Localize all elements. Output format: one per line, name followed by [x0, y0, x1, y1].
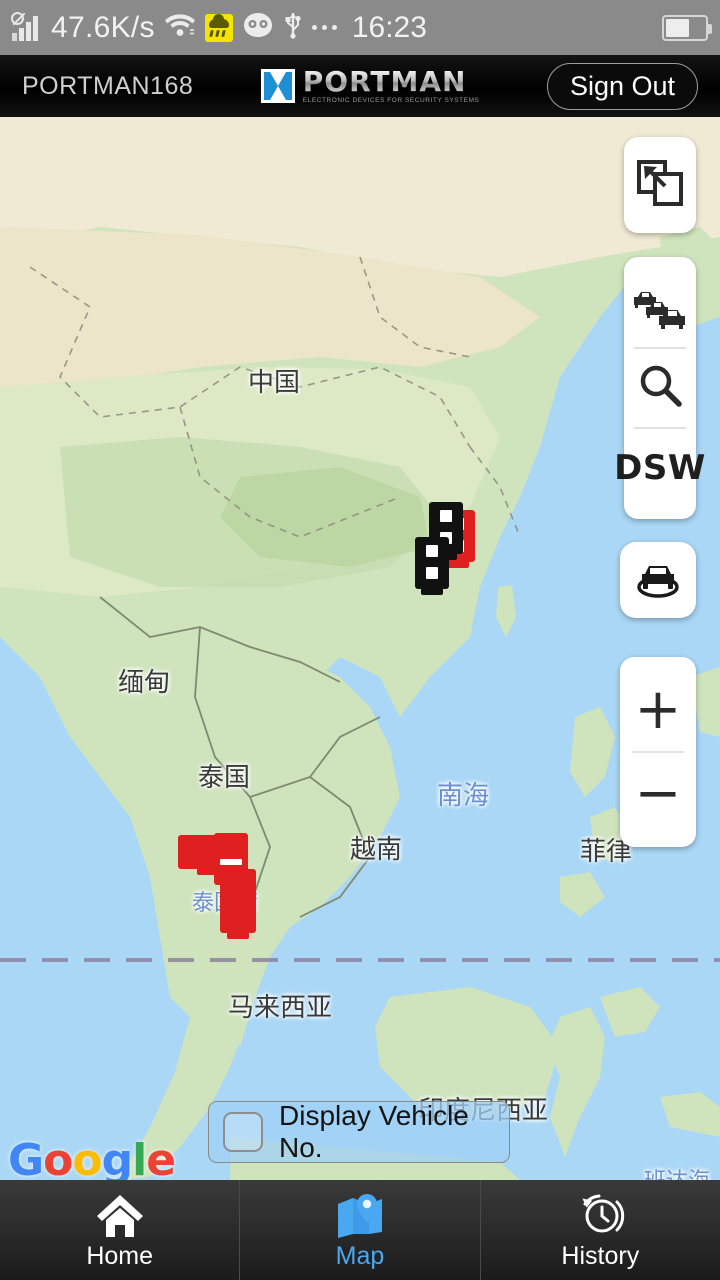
- locate-vehicle-button[interactable]: [620, 542, 696, 618]
- weather-rain-icon: [204, 13, 233, 42]
- brand-mark-icon: [260, 69, 295, 103]
- map-area[interactable]: 中国 缅甸 泰国 越南 菲律 马来西亚 印度尼西亚 南海 泰国湾 班达海 Goo…: [0, 117, 720, 1180]
- signal-no-sim-icon: [11, 11, 42, 41]
- battery-fill: [666, 18, 689, 37]
- map-pin-icon: [333, 1190, 387, 1240]
- brand-tagline: ELECTRONIC DEVICES FOR SECURITY SYSTEMS: [302, 96, 480, 104]
- dsw-button-label: DSW: [614, 447, 706, 488]
- account-username: PORTMAN168: [22, 71, 194, 100]
- battery-icon: [662, 14, 712, 41]
- zoom-in-button[interactable]: +: [620, 671, 696, 749]
- owl-icon: [242, 12, 274, 43]
- google-watermark: Google: [8, 1135, 176, 1180]
- vehicles-icon: [632, 283, 688, 334]
- vehicle-marker[interactable]: [415, 537, 449, 589]
- status-bar: 47.6K/s 16:23: [0, 0, 720, 55]
- nav-label-history: History: [561, 1241, 640, 1270]
- map-tools-group: DSW: [614, 257, 705, 519]
- sign-out-button[interactable]: Sign Out: [546, 62, 698, 110]
- more-dots-icon: [311, 25, 337, 30]
- search-button[interactable]: [624, 349, 696, 427]
- layers-switch-icon: [635, 158, 685, 213]
- map-canvas: [0, 117, 720, 1180]
- vehicle-marker[interactable]: [220, 869, 256, 933]
- nav-label-home: Home: [86, 1241, 153, 1270]
- usb-icon: [283, 11, 303, 44]
- brand-name: PORTMAN: [303, 67, 480, 96]
- dsw-button[interactable]: DSW: [614, 429, 705, 507]
- search-icon: [636, 362, 684, 415]
- nav-item-history[interactable]: History: [479, 1180, 720, 1280]
- wifi-icon: [164, 12, 196, 43]
- status-bar-clock: 16:23: [351, 10, 427, 44]
- status-bar-left: 47.6K/s 16:23: [11, 10, 427, 45]
- bottom-nav: Home Map History: [0, 1180, 720, 1280]
- display-vehicle-no-label: Display Vehicle No.: [279, 1100, 469, 1163]
- locate-vehicle-icon: [633, 556, 683, 605]
- history-clock-icon: [573, 1190, 627, 1240]
- zoom-divider: [632, 751, 684, 753]
- display-vehicle-no-toggle[interactable]: Display Vehicle No.: [208, 1100, 510, 1163]
- network-speed: 47.6K/s: [51, 10, 155, 44]
- home-icon: [93, 1190, 147, 1240]
- brand-text: PORTMAN ELECTRONIC DEVICES FOR SECURITY …: [302, 67, 480, 105]
- layers-switch-button[interactable]: [624, 137, 696, 233]
- nav-item-map[interactable]: Map: [239, 1180, 479, 1280]
- nav-label-map: Map: [335, 1241, 385, 1270]
- app-header: PORTMAN168 PORTMAN ELECTRONIC DEVICES FO…: [0, 55, 720, 117]
- vehicles-button[interactable]: [624, 269, 696, 347]
- zoom-out-button[interactable]: −: [620, 755, 696, 833]
- brand-logo: PORTMAN ELECTRONIC DEVICES FOR SECURITY …: [260, 67, 480, 105]
- zoom-controls: + −: [620, 657, 696, 847]
- nav-item-home[interactable]: Home: [0, 1180, 239, 1280]
- display-vehicle-no-checkbox[interactable]: [223, 1112, 263, 1152]
